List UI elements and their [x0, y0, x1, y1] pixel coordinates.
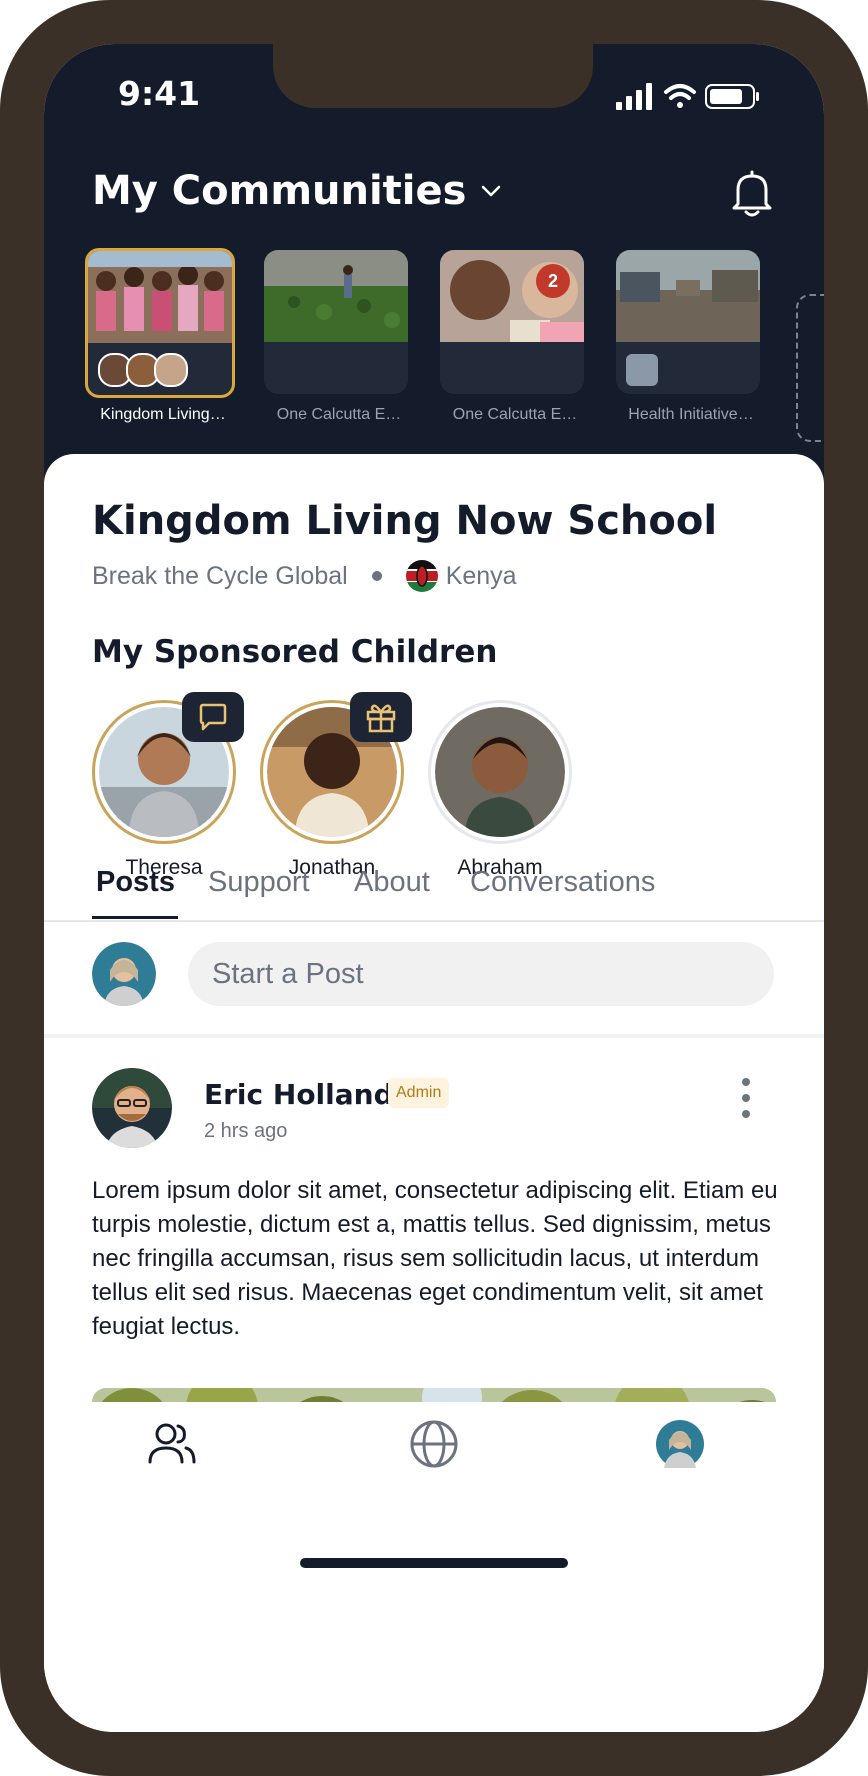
- device-frame: 9:41 My Communities Kingdom Living… One …: [0, 0, 868, 1776]
- kenya-flag-icon: [405, 560, 438, 592]
- gift-icon: [366, 704, 396, 733]
- notification-badge: 2: [536, 264, 570, 298]
- start-post-input[interactable]: Start a Post: [188, 942, 774, 1006]
- author-avatar[interactable]: [92, 1068, 172, 1148]
- community-card[interactable]: [85, 248, 235, 398]
- tab-posts[interactable]: Posts: [96, 866, 175, 899]
- community-card[interactable]: [264, 250, 408, 394]
- community-subtitle: Break the Cycle Global Kenya: [92, 560, 517, 592]
- profile-avatar[interactable]: [654, 1418, 706, 1470]
- post-timestamp: 2 hrs ago: [204, 1120, 288, 1142]
- bell-icon[interactable]: [728, 168, 776, 220]
- status-time: 9:41: [118, 74, 201, 113]
- separator-dot: [371, 571, 382, 581]
- tab-about[interactable]: About: [354, 866, 430, 899]
- battery-icon: [705, 84, 759, 109]
- author-name[interactable]: Eric Holland: [204, 1078, 394, 1111]
- tab-support[interactable]: Support: [208, 866, 310, 899]
- country-name: Kenya: [445, 561, 517, 590]
- communities-dropdown[interactable]: My Communities: [92, 168, 504, 214]
- avatar: [154, 353, 188, 387]
- community-photo: [264, 250, 408, 342]
- message-icon: [199, 703, 227, 731]
- community-tabs: Posts Support About Conversations: [44, 848, 824, 922]
- organization-name: Break the Cycle Global: [92, 561, 348, 590]
- community-card[interactable]: 2: [440, 250, 584, 394]
- community-label: One Calcutta E…: [452, 406, 578, 423]
- bottom-navigation: [44, 1402, 824, 1732]
- header-area: 9:41 My Communities Kingdom Living… One …: [44, 44, 824, 514]
- communities-icon[interactable]: [146, 1418, 198, 1470]
- active-tab-indicator: [92, 916, 178, 919]
- community-label: Kingdom Living…: [100, 406, 226, 423]
- community-label: Health Initiative…: [628, 406, 754, 423]
- community-title: Kingdom Living Now School: [92, 498, 718, 544]
- post-body: Lorem ipsum dolor sit amet, consectetur …: [92, 1177, 778, 1340]
- device-notch: [273, 44, 593, 108]
- community-thumbnail: [626, 354, 658, 386]
- post-composer: Start a Post: [44, 922, 824, 1038]
- community-carousel[interactable]: Kingdom Living… One Calcutta E… 2 One Ca…: [85, 246, 824, 476]
- more-options-icon[interactable]: [734, 1076, 758, 1120]
- community-card[interactable]: [616, 250, 760, 394]
- child-message-tag[interactable]: [182, 692, 244, 742]
- avatar: [92, 942, 156, 1006]
- chevron-down-icon: [482, 185, 501, 197]
- add-community-card[interactable]: [796, 294, 824, 442]
- page-title: My Communities: [92, 168, 467, 214]
- globe-icon[interactable]: [408, 1418, 460, 1470]
- wifi-icon: [664, 84, 696, 108]
- community-photo: [440, 250, 584, 342]
- child-photo: [435, 707, 565, 837]
- child-gift-tag[interactable]: [350, 692, 412, 742]
- home-indicator: [300, 1558, 568, 1568]
- sponsored-section-title: My Sponsored Children: [92, 634, 498, 670]
- tab-conversations[interactable]: Conversations: [470, 866, 655, 899]
- admin-badge: Admin: [388, 1078, 450, 1108]
- signal-icon: [616, 83, 652, 110]
- member-avatars: [98, 353, 188, 387]
- status-icons: [616, 83, 759, 110]
- community-label: One Calcutta E…: [276, 406, 402, 423]
- community-photo: [616, 250, 760, 342]
- community-photo: [88, 251, 232, 343]
- app-screen: 9:41 My Communities Kingdom Living… One …: [44, 44, 824, 1732]
